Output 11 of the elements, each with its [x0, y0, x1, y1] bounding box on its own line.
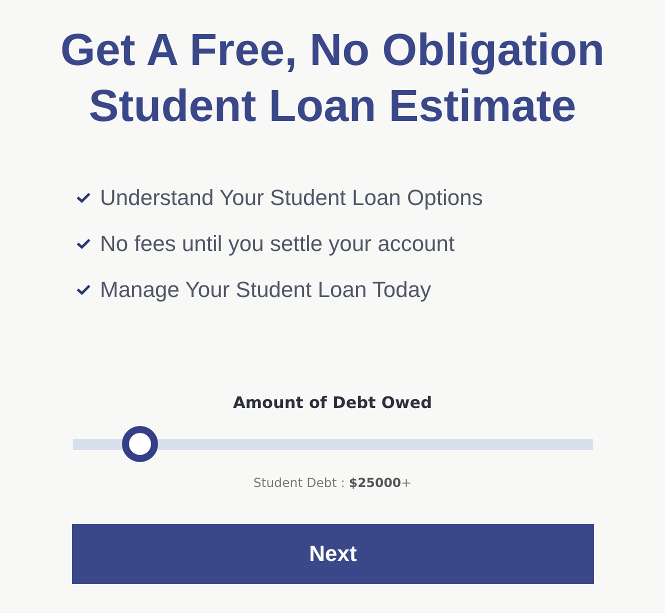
debt-reading: Student Debt : $25000+	[253, 475, 412, 490]
slider-label: Amount of Debt Owed	[232, 393, 432, 412]
next-button[interactable]: Next	[72, 524, 594, 584]
benefit-text: Understand Your Student Loan Options	[100, 184, 483, 211]
slider-thumb[interactable]	[122, 426, 158, 462]
check-icon	[76, 192, 91, 203]
check-icon	[76, 284, 91, 295]
benefit-text: No fees until you settle your account	[100, 230, 455, 257]
page-title: Get A Free, No Obligation Student Loan Estimate	[59, 23, 606, 133]
check-icon	[76, 238, 91, 249]
benefit-text: Manage Your Student Loan Today	[100, 276, 432, 303]
